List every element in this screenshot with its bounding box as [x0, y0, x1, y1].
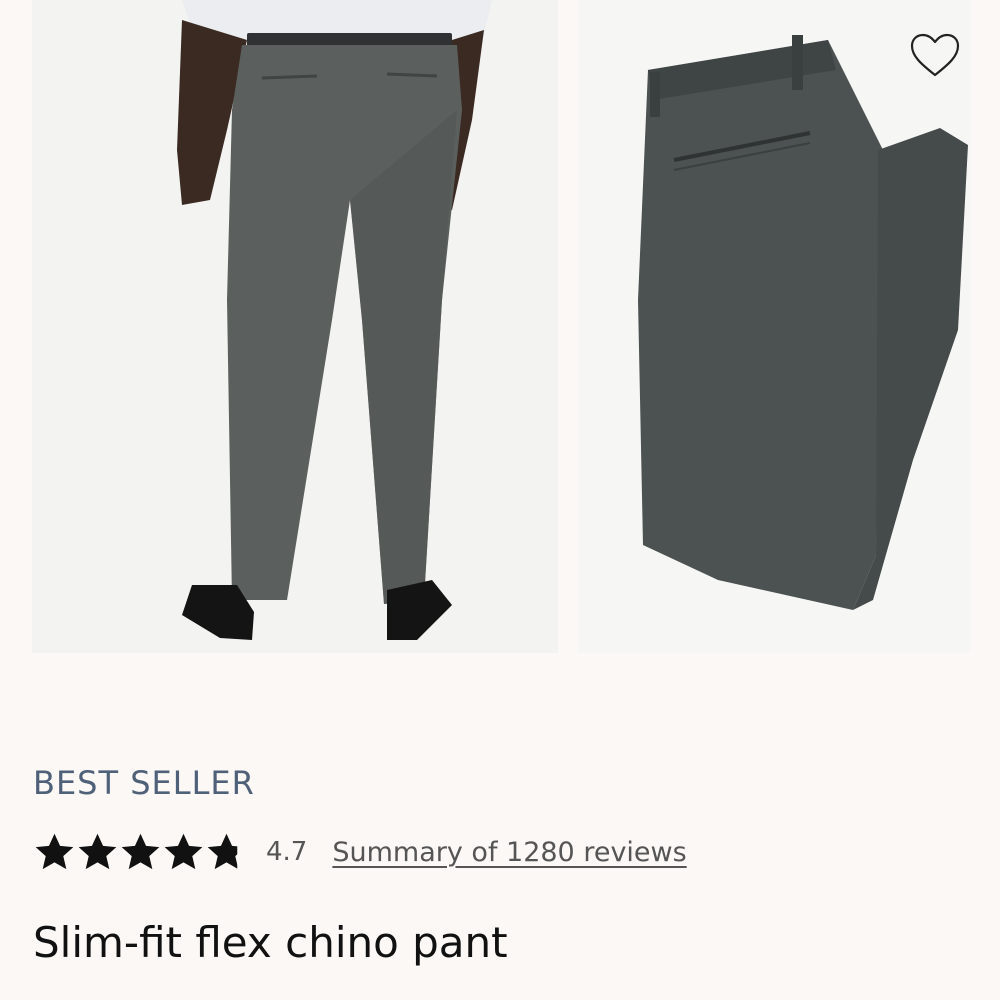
rating-row: 4.7 Summary of 1280 reviews	[33, 826, 687, 878]
wishlist-button[interactable]	[909, 32, 961, 80]
star-full-icon	[78, 833, 117, 869]
product-page: BEST SELLER 4.7 Summary of 1280 reviews …	[0, 0, 1000, 1000]
product-image-gallery[interactable]	[32, 0, 970, 653]
heart-icon	[910, 33, 960, 77]
star-full-icon	[35, 833, 74, 869]
product-image-model[interactable]	[32, 0, 558, 653]
rating-value: 4.7	[266, 837, 308, 867]
star-full-icon	[164, 833, 203, 869]
product-image-folded[interactable]	[578, 0, 970, 653]
best-seller-badge: BEST SELLER	[33, 764, 255, 802]
star-partial-icon	[207, 833, 238, 869]
reviews-summary-link[interactable]: Summary of 1280 reviews	[332, 837, 686, 868]
folded-pant-image	[578, 0, 970, 653]
star-full-icon	[121, 833, 160, 869]
model-back-view-image	[32, 0, 558, 653]
star-rating	[33, 831, 248, 874]
product-title: Slim-fit flex chino pant	[33, 918, 508, 967]
